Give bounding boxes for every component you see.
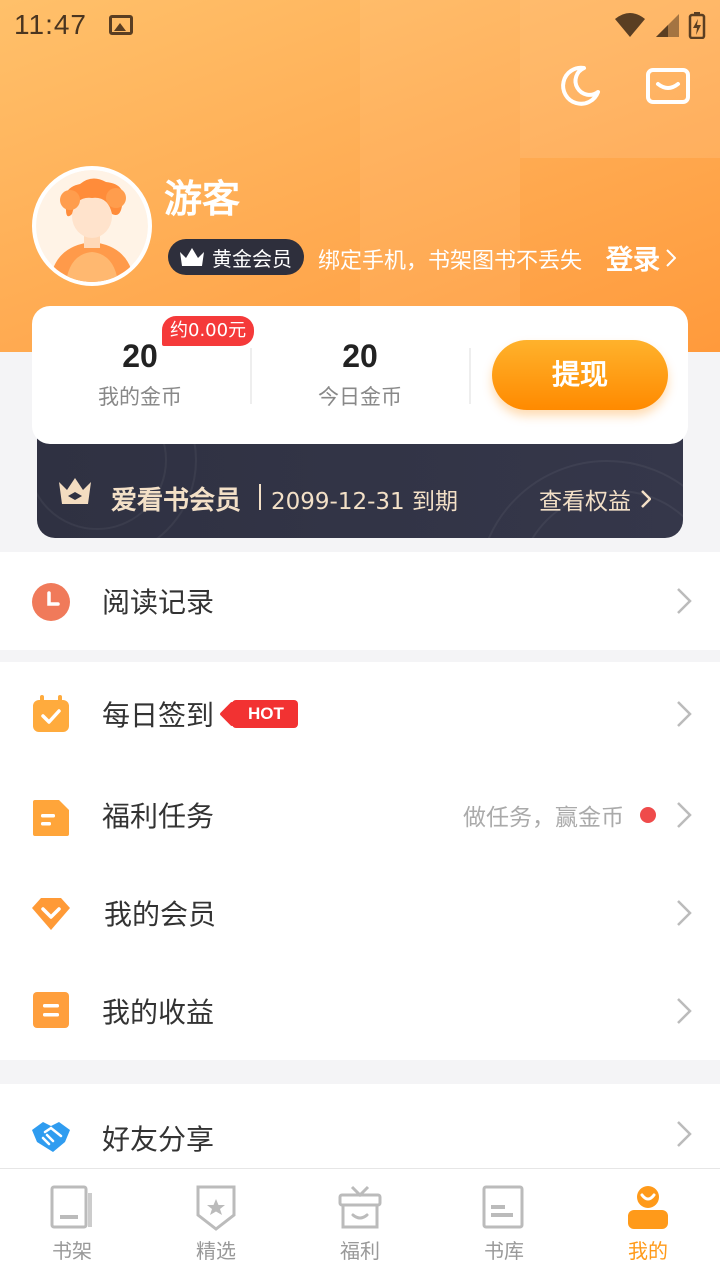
tasks-section: 每日签到 HOT 福利任务 做任务，赢金币 我的会员 我的收益 xyxy=(0,662,720,1060)
share-friends-label: 好友分享 xyxy=(102,1123,215,1156)
status-time: 11:47 xyxy=(14,9,87,40)
login-label: 登录 xyxy=(606,245,660,276)
bind-phone-tip: 绑定手机，书架图书不丢失 xyxy=(318,249,583,274)
chevron-right-icon xyxy=(641,490,651,508)
daily-checkin-label: 每日签到 xyxy=(102,699,215,732)
calendar-check-icon xyxy=(33,695,69,732)
night-mode-icon[interactable] xyxy=(556,62,604,110)
nav-featured-label: 精选 xyxy=(196,1239,236,1263)
reading-history-label: 阅读记录 xyxy=(102,586,215,619)
share-friends-item[interactable]: 好友分享 xyxy=(0,1084,720,1168)
welfare-tasks-label: 福利任务 xyxy=(102,800,215,833)
username: 游客 xyxy=(164,177,241,221)
chevron-right-icon xyxy=(677,1121,692,1147)
history-section: 阅读记录 xyxy=(0,552,720,650)
nav-library-label: 书库 xyxy=(484,1239,524,1263)
nav-bookshelf[interactable]: 书架 xyxy=(0,1169,144,1280)
crown-icon xyxy=(180,248,204,266)
nav-bookshelf-label: 书架 xyxy=(52,1239,92,1263)
bookshelf-icon xyxy=(50,1185,92,1229)
reading-history-item[interactable]: 阅读记录 xyxy=(0,552,720,650)
view-benefits-label: 查看权益 xyxy=(539,489,631,515)
member-title: 爱看书会员 xyxy=(111,486,242,516)
view-benefits-link[interactable]: 查看权益 xyxy=(539,482,651,516)
nav-profile-label: 我的 xyxy=(628,1239,668,1263)
battery-charging-icon xyxy=(688,12,706,39)
chevron-right-icon xyxy=(677,802,692,828)
my-membership-label: 我的会员 xyxy=(104,898,217,931)
cell-signal-icon xyxy=(656,14,679,37)
hot-badge: HOT xyxy=(232,700,298,728)
nav-featured[interactable]: 精选 xyxy=(144,1169,288,1280)
notification-dot xyxy=(640,807,656,823)
chevron-right-icon xyxy=(677,588,692,614)
profile-icon xyxy=(628,1186,668,1229)
diamond-icon xyxy=(32,898,70,930)
message-icon[interactable] xyxy=(644,62,692,110)
status-bar: 11:47 xyxy=(0,0,720,50)
today-coins[interactable]: 20 今日金币 xyxy=(252,338,468,411)
today-coins-value: 20 xyxy=(342,338,378,374)
my-coins[interactable]: 20 我的金币 xyxy=(32,338,248,411)
clock-icon xyxy=(32,583,70,621)
earnings-icon xyxy=(33,992,69,1028)
approx-value-badge: 约0.00元 xyxy=(162,316,255,346)
wifi-icon xyxy=(615,13,645,37)
chevron-right-icon xyxy=(677,900,692,926)
default-avatar-icon xyxy=(36,170,148,282)
my-earnings-item[interactable]: 我的收益 xyxy=(0,962,720,1060)
nav-welfare[interactable]: 福利 xyxy=(288,1169,432,1280)
member-expire-date: 2099-12-31 到期 xyxy=(271,489,458,515)
today-coins-label: 今日金币 xyxy=(318,385,402,409)
handshake-icon xyxy=(32,1122,70,1152)
nav-profile[interactable]: 我的 xyxy=(576,1169,720,1280)
withdraw-button[interactable]: 提现 xyxy=(492,340,668,410)
chevron-right-icon xyxy=(677,701,692,727)
gift-icon xyxy=(338,1185,382,1229)
coins-card: 20 我的金币 约0.00元 20 今日金币 提现 xyxy=(32,306,688,444)
chevron-right-icon xyxy=(666,248,676,267)
my-coins-label: 我的金币 xyxy=(98,385,182,409)
avatar[interactable] xyxy=(32,166,152,286)
image-notification-icon xyxy=(109,15,133,35)
my-earnings-label: 我的收益 xyxy=(102,996,215,1029)
login-button[interactable]: 登录 xyxy=(606,238,676,277)
bottom-navigation: 书架 精选 福利 书库 我的 xyxy=(0,1168,720,1280)
featured-icon xyxy=(196,1185,236,1231)
library-icon xyxy=(482,1185,524,1229)
vip-level-badge: 黄金会员 xyxy=(168,239,304,275)
nav-library[interactable]: 书库 xyxy=(432,1169,576,1280)
separator xyxy=(259,484,261,510)
divider xyxy=(469,348,471,404)
member-crown-icon xyxy=(59,478,91,504)
share-section: 好友分享 xyxy=(0,1084,720,1168)
welfare-hint: 做任务，赢金币 xyxy=(463,805,624,831)
welfare-tasks-item[interactable]: 福利任务 做任务，赢金币 xyxy=(0,766,720,864)
daily-checkin-item[interactable]: 每日签到 HOT xyxy=(0,662,720,766)
chevron-right-icon xyxy=(677,998,692,1024)
task-document-icon xyxy=(33,800,69,836)
nav-welfare-label: 福利 xyxy=(340,1239,380,1263)
vip-badge-label: 黄金会员 xyxy=(212,246,292,271)
my-membership-item[interactable]: 我的会员 xyxy=(0,864,720,962)
